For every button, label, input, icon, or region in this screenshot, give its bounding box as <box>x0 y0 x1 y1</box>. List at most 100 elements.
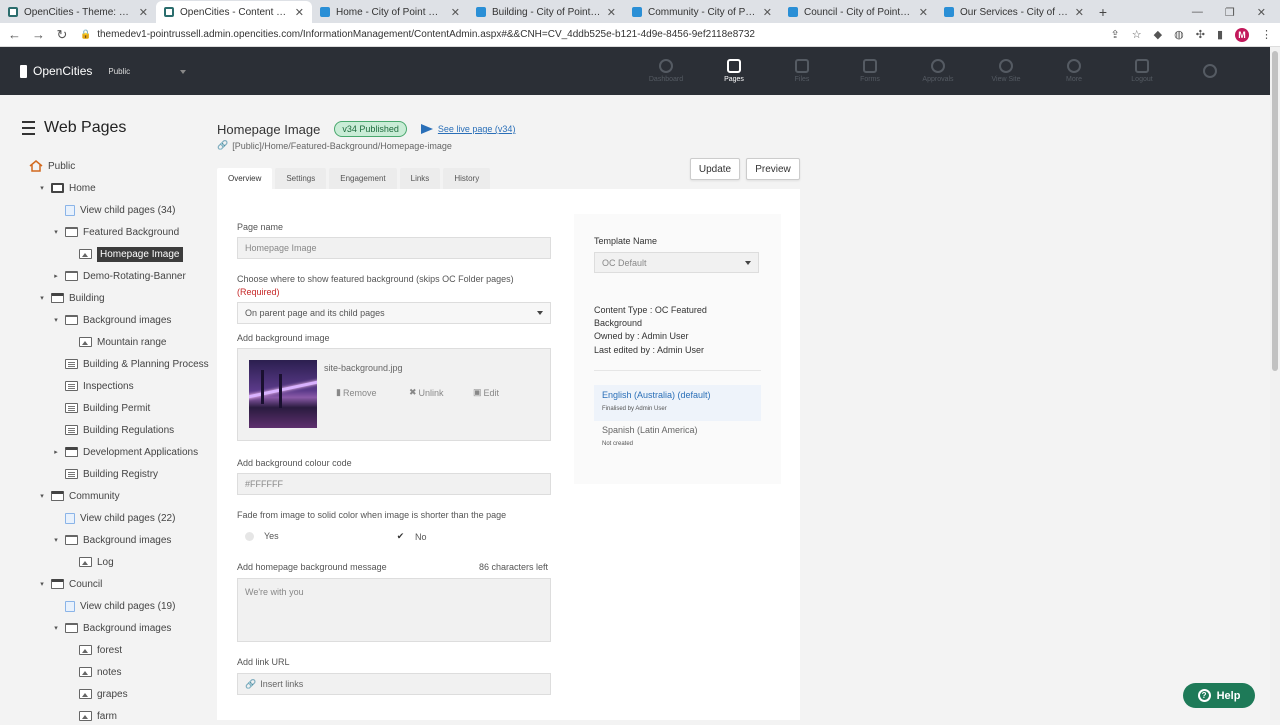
template-select[interactable]: OC Default <box>594 252 759 273</box>
chevron-down-icon[interactable]: ▾ <box>52 536 60 544</box>
tree-item[interactable]: Building Regulations <box>52 421 174 439</box>
nav-info[interactable] <box>1176 47 1244 95</box>
tree-item[interactable]: notes <box>66 663 121 681</box>
nav-files[interactable]: Files <box>768 47 836 95</box>
nav-forms[interactable]: Forms <box>836 47 904 95</box>
unlink-image-button[interactable]: ✖ Unlink <box>409 387 444 398</box>
tree-item[interactable]: ▾ Background images <box>52 531 171 549</box>
tree-item[interactable]: View child pages (19) <box>52 597 175 615</box>
nav-logout[interactable]: Logout <box>1108 47 1176 95</box>
nav-more[interactable]: More <box>1040 47 1108 95</box>
profile-avatar[interactable]: M <box>1235 27 1249 42</box>
nav-view-site[interactable]: View Site <box>972 47 1040 95</box>
chevron-down-icon[interactable]: ▾ <box>52 228 60 236</box>
site-selector[interactable]: Public <box>108 67 187 76</box>
chevron-down-icon[interactable]: ▾ <box>52 316 60 324</box>
chevron-right-icon[interactable]: ▸ <box>52 272 60 280</box>
extension-icon[interactable]: ◆ <box>1154 28 1162 41</box>
tab-links[interactable]: Links <box>399 168 441 189</box>
browser-tab[interactable]: Council - City of Point Russell✕ <box>780 1 936 23</box>
tree-item[interactable]: ▾ Building <box>38 289 104 307</box>
bridge-image-thumbnail[interactable] <box>249 360 317 428</box>
edit-image-button[interactable]: ▣ Edit <box>473 387 499 398</box>
tree-item[interactable]: ▾ Background images <box>52 619 171 637</box>
close-window-icon[interactable]: ✕ <box>1257 6 1266 19</box>
tree-item[interactable]: ▾ Community <box>38 487 119 505</box>
reload-icon[interactable]: ↻ <box>56 27 68 43</box>
tree-item[interactable]: View child pages (34) <box>52 201 175 219</box>
url-field[interactable]: 🔒 themedev1-pointrussell.admin.opencitie… <box>80 29 1099 40</box>
preview-button[interactable]: Preview <box>746 158 800 180</box>
see-live-page-link[interactable]: See live page (v34) <box>420 124 515 134</box>
share-icon[interactable]: ⇪ <box>1111 28 1120 41</box>
scrollbar-thumb[interactable] <box>1272 51 1278 371</box>
show-location-select[interactable]: On parent page and its child pages <box>237 302 551 324</box>
tree-item[interactable]: forest <box>66 641 122 659</box>
remove-image-button[interactable]: ▮ Remove <box>336 387 376 398</box>
sidebar-icon[interactable]: ▮ <box>1217 28 1223 41</box>
nav-approvals[interactable]: Approvals <box>904 47 972 95</box>
minimize-icon[interactable]: — <box>1192 6 1203 18</box>
close-icon[interactable]: ✕ <box>139 6 148 19</box>
tree-item[interactable]: grapes <box>66 685 128 703</box>
message-textarea[interactable]: We're with you <box>237 578 551 642</box>
nav-dashboard[interactable]: Dashboard <box>632 47 700 95</box>
browser-tab[interactable]: Our Services - City of Point Russ✕ <box>936 1 1092 23</box>
fade-yes-radio[interactable]: Yes <box>245 531 279 541</box>
tree-item[interactable]: farm <box>66 707 117 725</box>
tree-item[interactable]: Building & Planning Process <box>52 355 209 373</box>
tree-item[interactable]: Building Registry <box>52 465 158 483</box>
browser-tab[interactable]: Building - City of Point Russell✕ <box>468 1 624 23</box>
tab-overview[interactable]: Overview <box>217 168 273 189</box>
tree-item[interactable]: Public <box>16 157 75 175</box>
tree-item[interactable]: ▾ Featured Background <box>52 223 179 241</box>
close-icon[interactable]: ✕ <box>607 6 616 19</box>
close-icon[interactable]: ✕ <box>763 6 772 19</box>
browser-tab[interactable]: Community - City of Point Russ✕ <box>624 1 780 23</box>
restore-icon[interactable]: ❐ <box>1225 6 1235 19</box>
tree-item[interactable]: ▾ Home <box>38 179 95 197</box>
tree-item[interactable]: ▸ Development Applications <box>52 443 198 461</box>
chevron-down-icon[interactable]: ▾ <box>38 492 46 500</box>
tree-item[interactable]: Homepage Image <box>66 245 183 263</box>
chevron-down-icon[interactable]: ▾ <box>52 624 60 632</box>
chevron-down-icon[interactable]: ▾ <box>38 294 46 302</box>
tree-item[interactable]: Building Permit <box>52 399 150 417</box>
tab-settings[interactable]: Settings <box>275 168 327 189</box>
close-icon[interactable]: ✕ <box>295 6 304 19</box>
tab-history[interactable]: History <box>443 168 491 189</box>
close-icon[interactable]: ✕ <box>451 6 460 19</box>
bookmark-star-icon[interactable]: ☆ <box>1132 28 1142 41</box>
nav-pages[interactable]: Pages <box>700 47 768 95</box>
puzzle-icon[interactable]: ✣ <box>1196 28 1205 41</box>
browser-tab[interactable]: OpenCities - Theme: Backgroun✕ <box>0 1 156 23</box>
insert-links-button[interactable]: 🔗 Insert links <box>237 673 551 695</box>
tab-engagement[interactable]: Engagement <box>329 168 397 189</box>
browser-tab[interactable]: Home - City of Point Russell✕ <box>312 1 468 23</box>
language-english[interactable]: English (Australia) (default) <box>602 390 711 400</box>
tree-item[interactable]: Inspections <box>52 377 134 395</box>
forward-icon[interactable]: → <box>32 27 45 42</box>
fade-no-radio[interactable]: ✔ No <box>396 531 427 542</box>
tree-item[interactable]: ▸ Demo-Rotating-Banner <box>52 267 186 285</box>
update-button[interactable]: Update <box>690 158 740 180</box>
page-scrollbar[interactable] <box>1270 47 1280 720</box>
close-icon[interactable]: ✕ <box>919 6 928 19</box>
close-icon[interactable]: ✕ <box>1075 6 1084 19</box>
tree-item[interactable]: Mountain range <box>66 333 167 351</box>
tree-item[interactable]: Log <box>66 553 114 571</box>
extension-globe-icon[interactable]: ◍ <box>1174 28 1184 41</box>
back-icon[interactable]: ← <box>8 27 21 42</box>
tree-item[interactable]: ▾ Council <box>38 575 102 593</box>
language-spanish[interactable]: Spanish (Latin America) <box>602 425 698 435</box>
chevron-down-icon[interactable]: ▾ <box>38 184 46 192</box>
help-button[interactable]: ? Help <box>1183 683 1255 708</box>
chevron-down-icon[interactable]: ▾ <box>38 580 46 588</box>
opencities-logo[interactable]: OpenCities <box>20 64 92 78</box>
new-tab-button[interactable]: + <box>1092 1 1114 23</box>
tree-item[interactable]: View child pages (22) <box>52 509 175 527</box>
chevron-right-icon[interactable]: ▸ <box>52 448 60 456</box>
page-name-field[interactable]: Homepage Image <box>237 237 551 259</box>
browser-menu-icon[interactable]: ⋮ <box>1261 28 1272 41</box>
colour-code-field[interactable]: #FFFFFF <box>237 473 551 495</box>
